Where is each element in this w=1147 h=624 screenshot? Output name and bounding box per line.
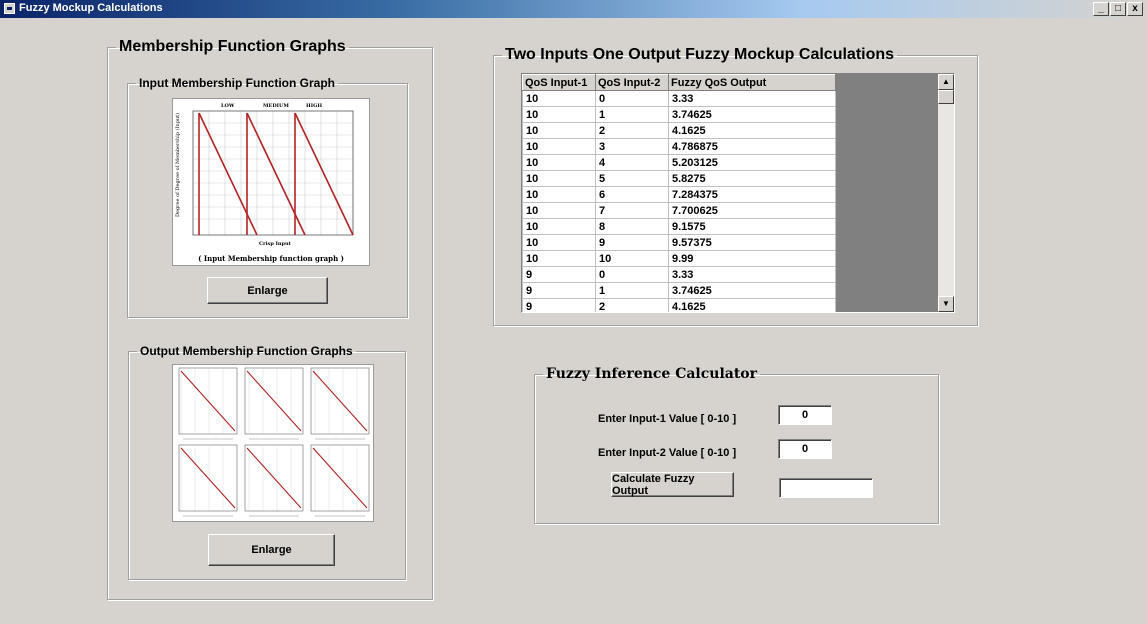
- table-cell[interactable]: 9: [522, 266, 596, 283]
- table-cell[interactable]: 10: [522, 170, 596, 187]
- maximize-button[interactable]: □: [1110, 2, 1126, 16]
- table-row[interactable]: 10 3 4.786875: [522, 138, 836, 155]
- enlarge-input-graph-button[interactable]: Enlarge: [207, 277, 328, 304]
- input-membership-graph: LOW MEDIUM HIGH Degree of Degree of Memb…: [172, 98, 370, 266]
- table-cell[interactable]: 3.33: [668, 266, 836, 283]
- table-body: 10 0 3.33 10 1 3.74625 10 2 4.1625 10 3 4.786875 10 4…: [522, 90, 836, 312]
- table-cell[interactable]: 1: [595, 106, 669, 123]
- input1-field[interactable]: [778, 405, 832, 425]
- calculations-grid[interactable]: QoS Input-1 QoS Input-2 Fuzzy QoS Output…: [521, 73, 955, 313]
- table-row[interactable]: 10 5 5.8275: [522, 170, 836, 187]
- calculations-table: QoS Input-1 QoS Input-2 Fuzzy QoS Output…: [522, 74, 836, 312]
- graph-label-low: LOW: [221, 103, 235, 109]
- calculate-fuzzy-output-button[interactable]: Calculate Fuzzy Output: [611, 472, 734, 497]
- table-row[interactable]: 9 0 3.33: [522, 266, 836, 283]
- app-icon[interactable]: [4, 3, 15, 14]
- table-cell[interactable]: 9.99: [668, 250, 836, 267]
- column-header-input2[interactable]: QoS Input-2: [595, 74, 669, 91]
- calculations-table-legend: Two Inputs One Output Fuzzy Mockup Calcu…: [505, 46, 895, 63]
- table-cell[interactable]: 7.700625: [668, 202, 836, 219]
- table-cell[interactable]: 1: [595, 282, 669, 299]
- table-cell[interactable]: 5.8275: [668, 170, 836, 187]
- table-cell[interactable]: 10: [522, 202, 596, 219]
- table-cell[interactable]: 10: [522, 234, 596, 251]
- table-vertical-scrollbar[interactable]: ▲ ▼: [938, 74, 954, 312]
- table-cell[interactable]: 10: [522, 250, 596, 267]
- column-header-input1[interactable]: QoS Input-1: [522, 74, 596, 91]
- input-graph-caption: ( Input Membership function graph ): [198, 254, 344, 263]
- table-cell[interactable]: 3: [595, 138, 669, 155]
- table-cell[interactable]: 0: [595, 266, 669, 283]
- table-cell[interactable]: 5.203125: [668, 154, 836, 171]
- table-cell[interactable]: 4.1625: [668, 122, 836, 139]
- fuzzy-output-field[interactable]: [779, 478, 873, 498]
- table-cell[interactable]: 7: [595, 202, 669, 219]
- graph-ylabel: Degree of Degree of Membership (Input): [174, 113, 181, 217]
- table-row[interactable]: 9 2 4.1625: [522, 298, 836, 312]
- membership-graphs-legend: Membership Function Graphs: [119, 38, 346, 55]
- table-cell[interactable]: 4: [595, 154, 669, 171]
- table-row[interactable]: 10 10 9.99: [522, 250, 836, 267]
- output-membership-legend: Output Membership Function Graphs: [140, 344, 353, 358]
- minimize-button[interactable]: _: [1093, 2, 1109, 16]
- output-membership-graphs: [172, 364, 374, 522]
- table-cell[interactable]: 10: [522, 106, 596, 123]
- table-row[interactable]: 10 1 3.74625: [522, 106, 836, 123]
- input-membership-legend: Input Membership Function Graph: [139, 76, 335, 90]
- table-cell[interactable]: 10: [522, 218, 596, 235]
- graph-label-medium: MEDIUM: [263, 103, 289, 109]
- close-button[interactable]: x: [1127, 2, 1143, 16]
- table-cell[interactable]: 8: [595, 218, 669, 235]
- table-row[interactable]: 10 7 7.700625: [522, 202, 836, 219]
- table-cell[interactable]: 9: [522, 298, 596, 312]
- fuzzy-calculator-legend: Fuzzy Inference Calculator: [546, 366, 758, 382]
- table-cell[interactable]: 9: [595, 234, 669, 251]
- table-cell[interactable]: 10: [595, 250, 669, 267]
- window-title: Fuzzy Mockup Calculations: [19, 2, 163, 14]
- window-controls: _ □ x: [1093, 2, 1143, 16]
- table-row[interactable]: 10 4 5.203125: [522, 154, 836, 171]
- table-cell[interactable]: 3.33: [668, 90, 836, 107]
- fuzzy-calculator-group: Fuzzy Inference Calculator: [534, 366, 939, 524]
- table-cell[interactable]: 9: [522, 282, 596, 299]
- table-cell[interactable]: 10: [522, 154, 596, 171]
- table-row[interactable]: 10 9 9.57375: [522, 234, 836, 251]
- graph-xlabel: Crisp Input: [259, 241, 292, 247]
- table-cell[interactable]: 10: [522, 186, 596, 203]
- table-cell[interactable]: 10: [522, 122, 596, 139]
- table-cell[interactable]: 6: [595, 186, 669, 203]
- title-bar[interactable]: Fuzzy Mockup Calculations _ □ x: [0, 0, 1147, 18]
- output-membership-chart: [178, 367, 370, 517]
- table-header-row: QoS Input-1 QoS Input-2 Fuzzy QoS Output: [522, 74, 836, 91]
- table-cell[interactable]: 0: [595, 90, 669, 107]
- scroll-down-icon[interactable]: ▼: [938, 296, 954, 312]
- table-cell[interactable]: 2: [595, 298, 669, 312]
- table-cell[interactable]: 4.1625: [668, 298, 836, 312]
- input2-field[interactable]: [778, 439, 832, 459]
- scroll-up-icon[interactable]: ▲: [938, 74, 954, 90]
- table-cell[interactable]: 9.57375: [668, 234, 836, 251]
- table-cell[interactable]: 10: [522, 138, 596, 155]
- table-row[interactable]: 9 1 3.74625: [522, 282, 836, 299]
- table-row[interactable]: 10 2 4.1625: [522, 122, 836, 139]
- table-cell[interactable]: 5: [595, 170, 669, 187]
- table-cell[interactable]: 4.786875: [668, 138, 836, 155]
- input2-label: Enter Input-2 Value [ 0-10 ]: [598, 447, 737, 459]
- table-cell[interactable]: 2: [595, 122, 669, 139]
- table-cell[interactable]: 3.74625: [668, 106, 836, 123]
- input-membership-chart: LOW MEDIUM HIGH Degree of Degree of Memb…: [174, 103, 354, 247]
- graph-label-high: HIGH: [306, 103, 322, 109]
- column-header-output[interactable]: Fuzzy QoS Output: [668, 74, 836, 91]
- table-row[interactable]: 10 6 7.284375: [522, 186, 836, 203]
- table-cell[interactable]: 9.1575: [668, 218, 836, 235]
- enlarge-output-graphs-button[interactable]: Enlarge: [208, 534, 335, 566]
- input1-label: Enter Input-1 Value [ 0-10 ]: [598, 413, 737, 425]
- table-cell[interactable]: 10: [522, 90, 596, 107]
- table-row[interactable]: 10 0 3.33: [522, 90, 836, 107]
- scroll-thumb[interactable]: [938, 90, 954, 104]
- table-cell[interactable]: 7.284375: [668, 186, 836, 203]
- table-row[interactable]: 10 8 9.1575: [522, 218, 836, 235]
- table-cell[interactable]: 3.74625: [668, 282, 836, 299]
